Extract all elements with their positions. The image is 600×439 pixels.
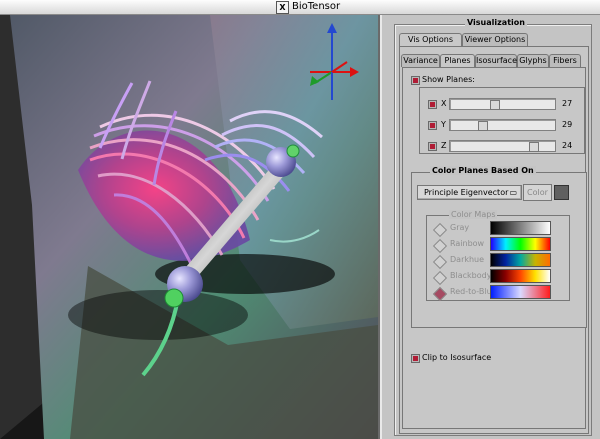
visualization-title: Visualization xyxy=(465,18,527,27)
sub-tabs: Variance Planes Isosurface Glyphs Fibers xyxy=(401,54,586,68)
rainbow-colorbar xyxy=(490,237,551,251)
red-to-blue-colorbar xyxy=(490,285,551,299)
rainbow-radio[interactable] xyxy=(432,238,448,254)
tab-planes[interactable]: Planes xyxy=(440,54,475,68)
x-window-icon: X xyxy=(276,1,289,14)
3d-viewer[interactable] xyxy=(0,15,380,439)
color-maps-title: Color Maps xyxy=(449,210,498,219)
y-plane-value: 29 xyxy=(562,120,573,129)
darkhue-label: Darkhue xyxy=(450,255,485,264)
tab-viewer-options[interactable]: Viewer Options xyxy=(462,33,528,46)
tab-variance[interactable]: Variance xyxy=(401,54,440,67)
rainbow-label: Rainbow xyxy=(450,239,485,248)
color-planes-dropdown[interactable]: Principle Eigenvector ▭ xyxy=(417,185,522,200)
visualization-panel: Visualization Vis Options Viewer Options… xyxy=(382,15,600,439)
blackbody-colorbar xyxy=(490,269,551,283)
clip-to-isosurface-checkbox[interactable] xyxy=(411,354,420,363)
z-plane-slider-handle[interactable] xyxy=(529,142,539,152)
y-plane-label: Y xyxy=(441,120,446,129)
visualization-frame: Visualization Vis Options Viewer Options… xyxy=(394,18,592,436)
blackbody-radio[interactable] xyxy=(432,270,448,286)
3d-scene[interactable] xyxy=(0,15,378,439)
z-plane-checkbox[interactable] xyxy=(428,142,437,151)
x-plane-slider[interactable] xyxy=(449,98,556,110)
y-plane-checkbox[interactable] xyxy=(428,121,437,130)
tab-fibers[interactable]: Fibers xyxy=(549,54,581,67)
z-plane-value: 24 xyxy=(562,141,573,150)
vis-options-box: Variance Planes Isosurface Glyphs Fibers… xyxy=(399,46,589,434)
current-color-swatch[interactable] xyxy=(554,185,569,200)
show-planes-label: Show Planes: xyxy=(422,75,475,84)
tab-isosurface[interactable]: Isosurface xyxy=(475,54,517,67)
chevron-down-icon: ▭ xyxy=(509,188,517,197)
z-plane-label: Z xyxy=(441,141,447,150)
x-plane-checkbox[interactable] xyxy=(428,100,437,109)
blackbody-label: Blackbody xyxy=(450,271,492,280)
window-title-bar: X BioTensor xyxy=(0,0,600,15)
darkhue-radio[interactable] xyxy=(432,254,448,270)
planes-tab-content: Show Planes: X 27 Y 29 Z 24 Color Planes… xyxy=(402,67,587,429)
gray-radio[interactable] xyxy=(432,222,448,238)
red-to-blue-radio[interactable] xyxy=(432,286,448,302)
window-title: BioTensor xyxy=(292,1,341,12)
x-plane-slider-handle[interactable] xyxy=(490,100,500,110)
x-plane-value: 27 xyxy=(562,99,573,108)
plane-controls-group: X 27 Y 29 Z 24 xyxy=(419,87,585,154)
color-planes-title: Color Planes Based On xyxy=(430,166,536,175)
top-tabs: Vis Options Viewer Options xyxy=(399,33,589,47)
x-plane-label: X xyxy=(441,99,447,108)
color-button[interactable]: Color xyxy=(523,184,552,201)
color-planes-group: Color Planes Based On Principle Eigenvec… xyxy=(411,166,587,328)
show-planes-checkbox[interactable] xyxy=(411,76,420,85)
color-planes-selected: Principle Eigenvector xyxy=(424,188,509,197)
color-maps-group: Color Maps Gray Rainbow Darkhue Blackbod… xyxy=(426,210,570,302)
y-plane-slider-handle[interactable] xyxy=(478,121,488,131)
gray-colorbar xyxy=(490,221,551,235)
clip-to-isosurface-label: Clip to Isosurface xyxy=(422,353,492,362)
y-plane-slider[interactable] xyxy=(449,119,556,131)
z-plane-slider[interactable] xyxy=(449,140,556,152)
darkhue-colorbar xyxy=(490,253,551,267)
tab-glyphs[interactable]: Glyphs xyxy=(517,54,549,67)
tab-vis-options[interactable]: Vis Options xyxy=(399,33,462,47)
gray-label: Gray xyxy=(450,223,470,232)
